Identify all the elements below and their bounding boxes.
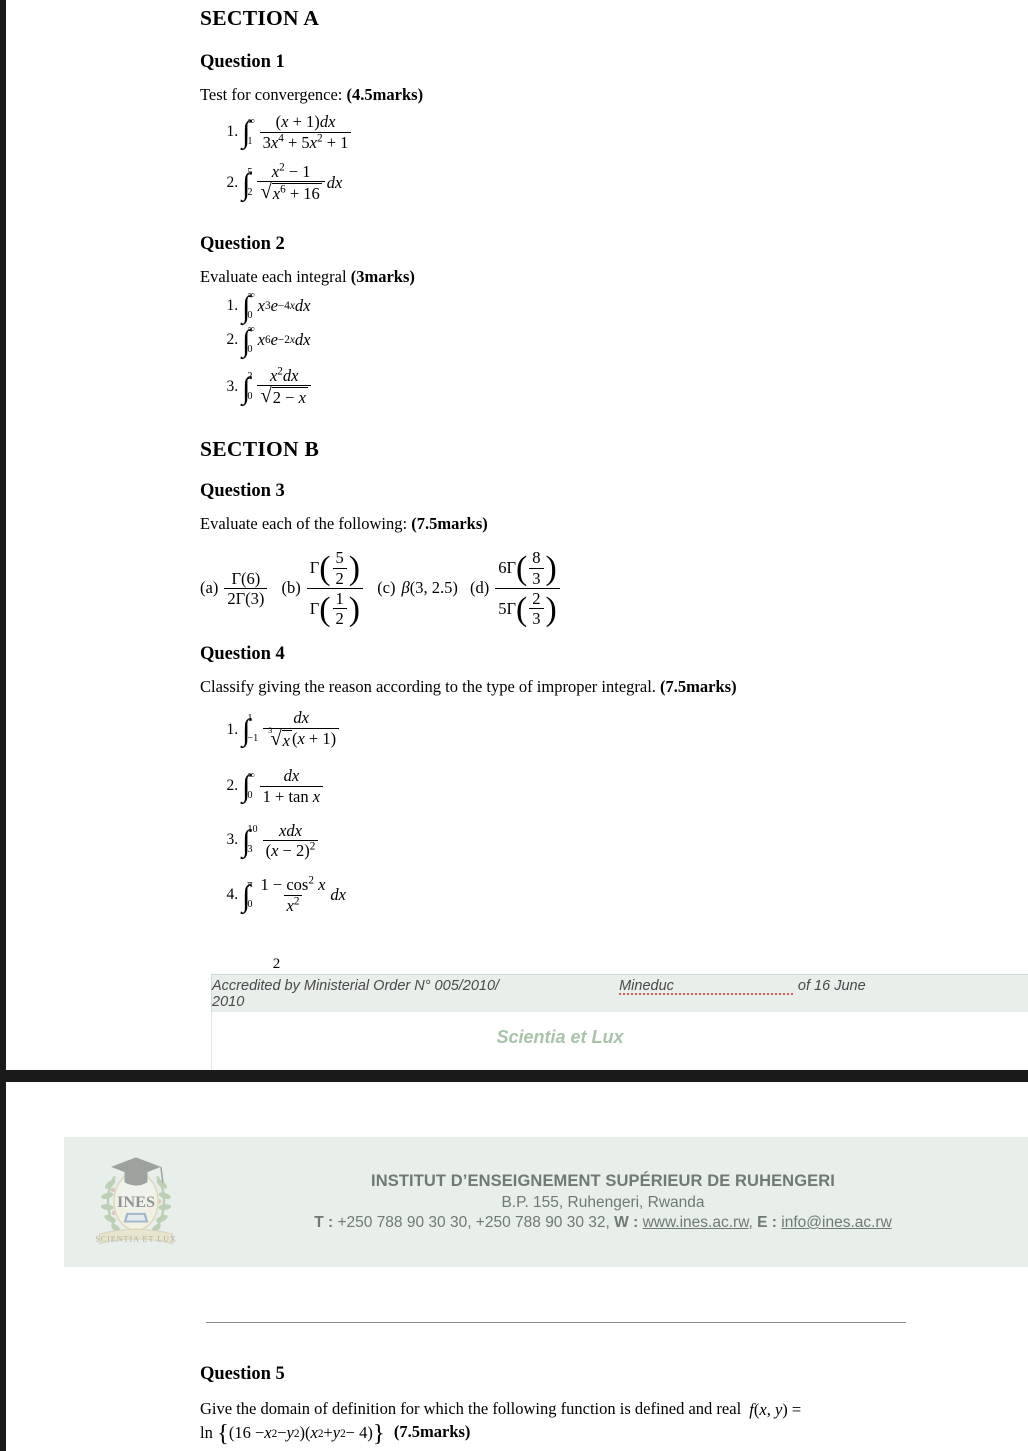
- question-2-prompt: Evaluate each integral (3marks): [200, 267, 415, 286]
- question-2-heading: Question 2: [200, 234, 285, 254]
- list-item: ∫π0 1 − cos2 x x2 dx: [242, 875, 1028, 914]
- document-viewer[interactable]: SECTION A Question 1 Test for convergenc…: [0, 0, 1028, 1451]
- email-link[interactable]: info@ines.ac.rw: [781, 1214, 892, 1231]
- page-1: SECTION A Question 1 Test for convergenc…: [6, 0, 1028, 1107]
- ines-logo: INES SCIENTIA ET LUX: [88, 1142, 184, 1262]
- svg-text:INES: INES: [117, 1192, 155, 1211]
- list-item: ∫∞0 x6e−2xdx: [242, 324, 1028, 356]
- accreditation-misspelled-word: Mineduc: [619, 978, 794, 994]
- institution-address: B.P. 155, Ruhengeri, Rwanda: [501, 1194, 705, 1211]
- question-3-marks: (7.5marks): [411, 514, 488, 533]
- website-link[interactable]: www.ines.ac.rw: [643, 1214, 749, 1231]
- accreditation-prefix: Accredited by Ministerial Order N° 005/2…: [212, 977, 500, 994]
- question-5-prompt: Give the domain of definition for which …: [200, 1399, 802, 1448]
- list-item: ∫20 x2dx √2 − x: [242, 366, 1028, 408]
- question-3-heading: Question 3: [200, 481, 285, 501]
- question-1-heading: Question 1: [200, 52, 285, 72]
- list-item: ∫1−1 dx 3√x(x + 1): [242, 709, 1028, 750]
- list-item: ∫∞1 (x + 1)dx 3x4 + 5x2 + 1: [242, 113, 1028, 151]
- phone-label: T :: [314, 1214, 334, 1231]
- question-4-items: ∫1−1 dx 3√x(x + 1) ∫∞0: [200, 709, 1028, 914]
- institution-details: INSTITUT D’ENSEIGNEMENT SUPÉRIEUR DE RUH…: [184, 1172, 1028, 1232]
- email-label: E :: [757, 1214, 777, 1231]
- institution-contact: T : +250 788 90 30 30, +250 788 90 30 32…: [184, 1214, 1022, 1232]
- section-a-heading: SECTION A: [200, 6, 320, 30]
- question-5-marks: (7.5marks): [393, 1422, 471, 1442]
- question-5-text: Give the domain of definition for which …: [200, 1399, 742, 1418]
- question-3-prompt: Evaluate each of the following: (7.5mark…: [200, 514, 488, 533]
- list-item: ∫52 x2 − 1 √x6 + 16 dx: [242, 162, 1028, 204]
- question-4-marks: (7.5marks): [660, 677, 737, 696]
- question-1-items: ∫∞1 (x + 1)dx 3x4 + 5x2 + 1 ∫52 x2 − 1: [200, 113, 1028, 204]
- section-b-heading: SECTION B: [200, 437, 320, 461]
- institution-name: INSTITUT D’ENSEIGNEMENT SUPÉRIEUR DE RUH…: [371, 1172, 835, 1190]
- question-4-heading: Question 4: [200, 644, 285, 664]
- part-c-label: (c): [377, 578, 396, 598]
- question-4-prompt: Classify giving the reason according to …: [200, 677, 737, 696]
- page-2-content: Question 5 Give the domain of definition…: [200, 1364, 1028, 1448]
- contact-comma: ,: [748, 1214, 753, 1231]
- part-d-label: (d): [469, 578, 490, 598]
- part-b-label: (b): [281, 578, 301, 598]
- question-1-marks: (4.5marks): [346, 85, 424, 104]
- horizontal-divider: [206, 1322, 906, 1323]
- question-1-prompt: Test for convergence: (4.5marks): [200, 85, 424, 104]
- ines-logo-graphic: INES SCIENTIA ET LUX: [95, 1157, 176, 1245]
- part-a-label: (a): [200, 578, 219, 598]
- page-2: INES SCIENTIA ET LUX INSTITUT D’ENSEIGNE…: [6, 1082, 1028, 1451]
- institution-header: INES SCIENTIA ET LUX INSTITUT D’ENSEIGNE…: [64, 1137, 1028, 1267]
- accreditation-text: Accredited by Ministerial Order N° 005/2…: [212, 978, 1028, 1010]
- list-item: ∫∞0 dx 1 + tan x: [242, 767, 1028, 805]
- phone-numbers: +250 788 90 30 30, +250 788 90 30 32,: [337, 1214, 610, 1231]
- web-label: W :: [614, 1214, 639, 1231]
- question-2-items: ∫∞0 x3e−4xdx ∫∞0 x6e−2xdx ∫20: [200, 290, 1028, 408]
- page-number: 2: [272, 956, 281, 972]
- logo-motto-text: SCIENTIA ET LUX: [95, 1235, 176, 1244]
- motto-text: Scientia et Lux: [496, 1026, 624, 1047]
- question-2-marks: (3marks): [350, 267, 415, 286]
- motto-band: Scientia et Lux: [211, 1012, 1028, 1062]
- question-3-parts: (a) Γ(6) 2Γ(3) (b) Γ ( 52) Γ (1 2) (c…: [200, 549, 1028, 627]
- question-5-heading: Question 5: [200, 1364, 285, 1384]
- accreditation-band: Accredited by Ministerial Order N° 005/2…: [211, 974, 1028, 1012]
- list-item: ∫∞0 x3e−4xdx: [242, 290, 1028, 322]
- list-item: ∫103 xdx (x − 2)2: [242, 822, 1028, 860]
- page-gap: [0, 1070, 1028, 1082]
